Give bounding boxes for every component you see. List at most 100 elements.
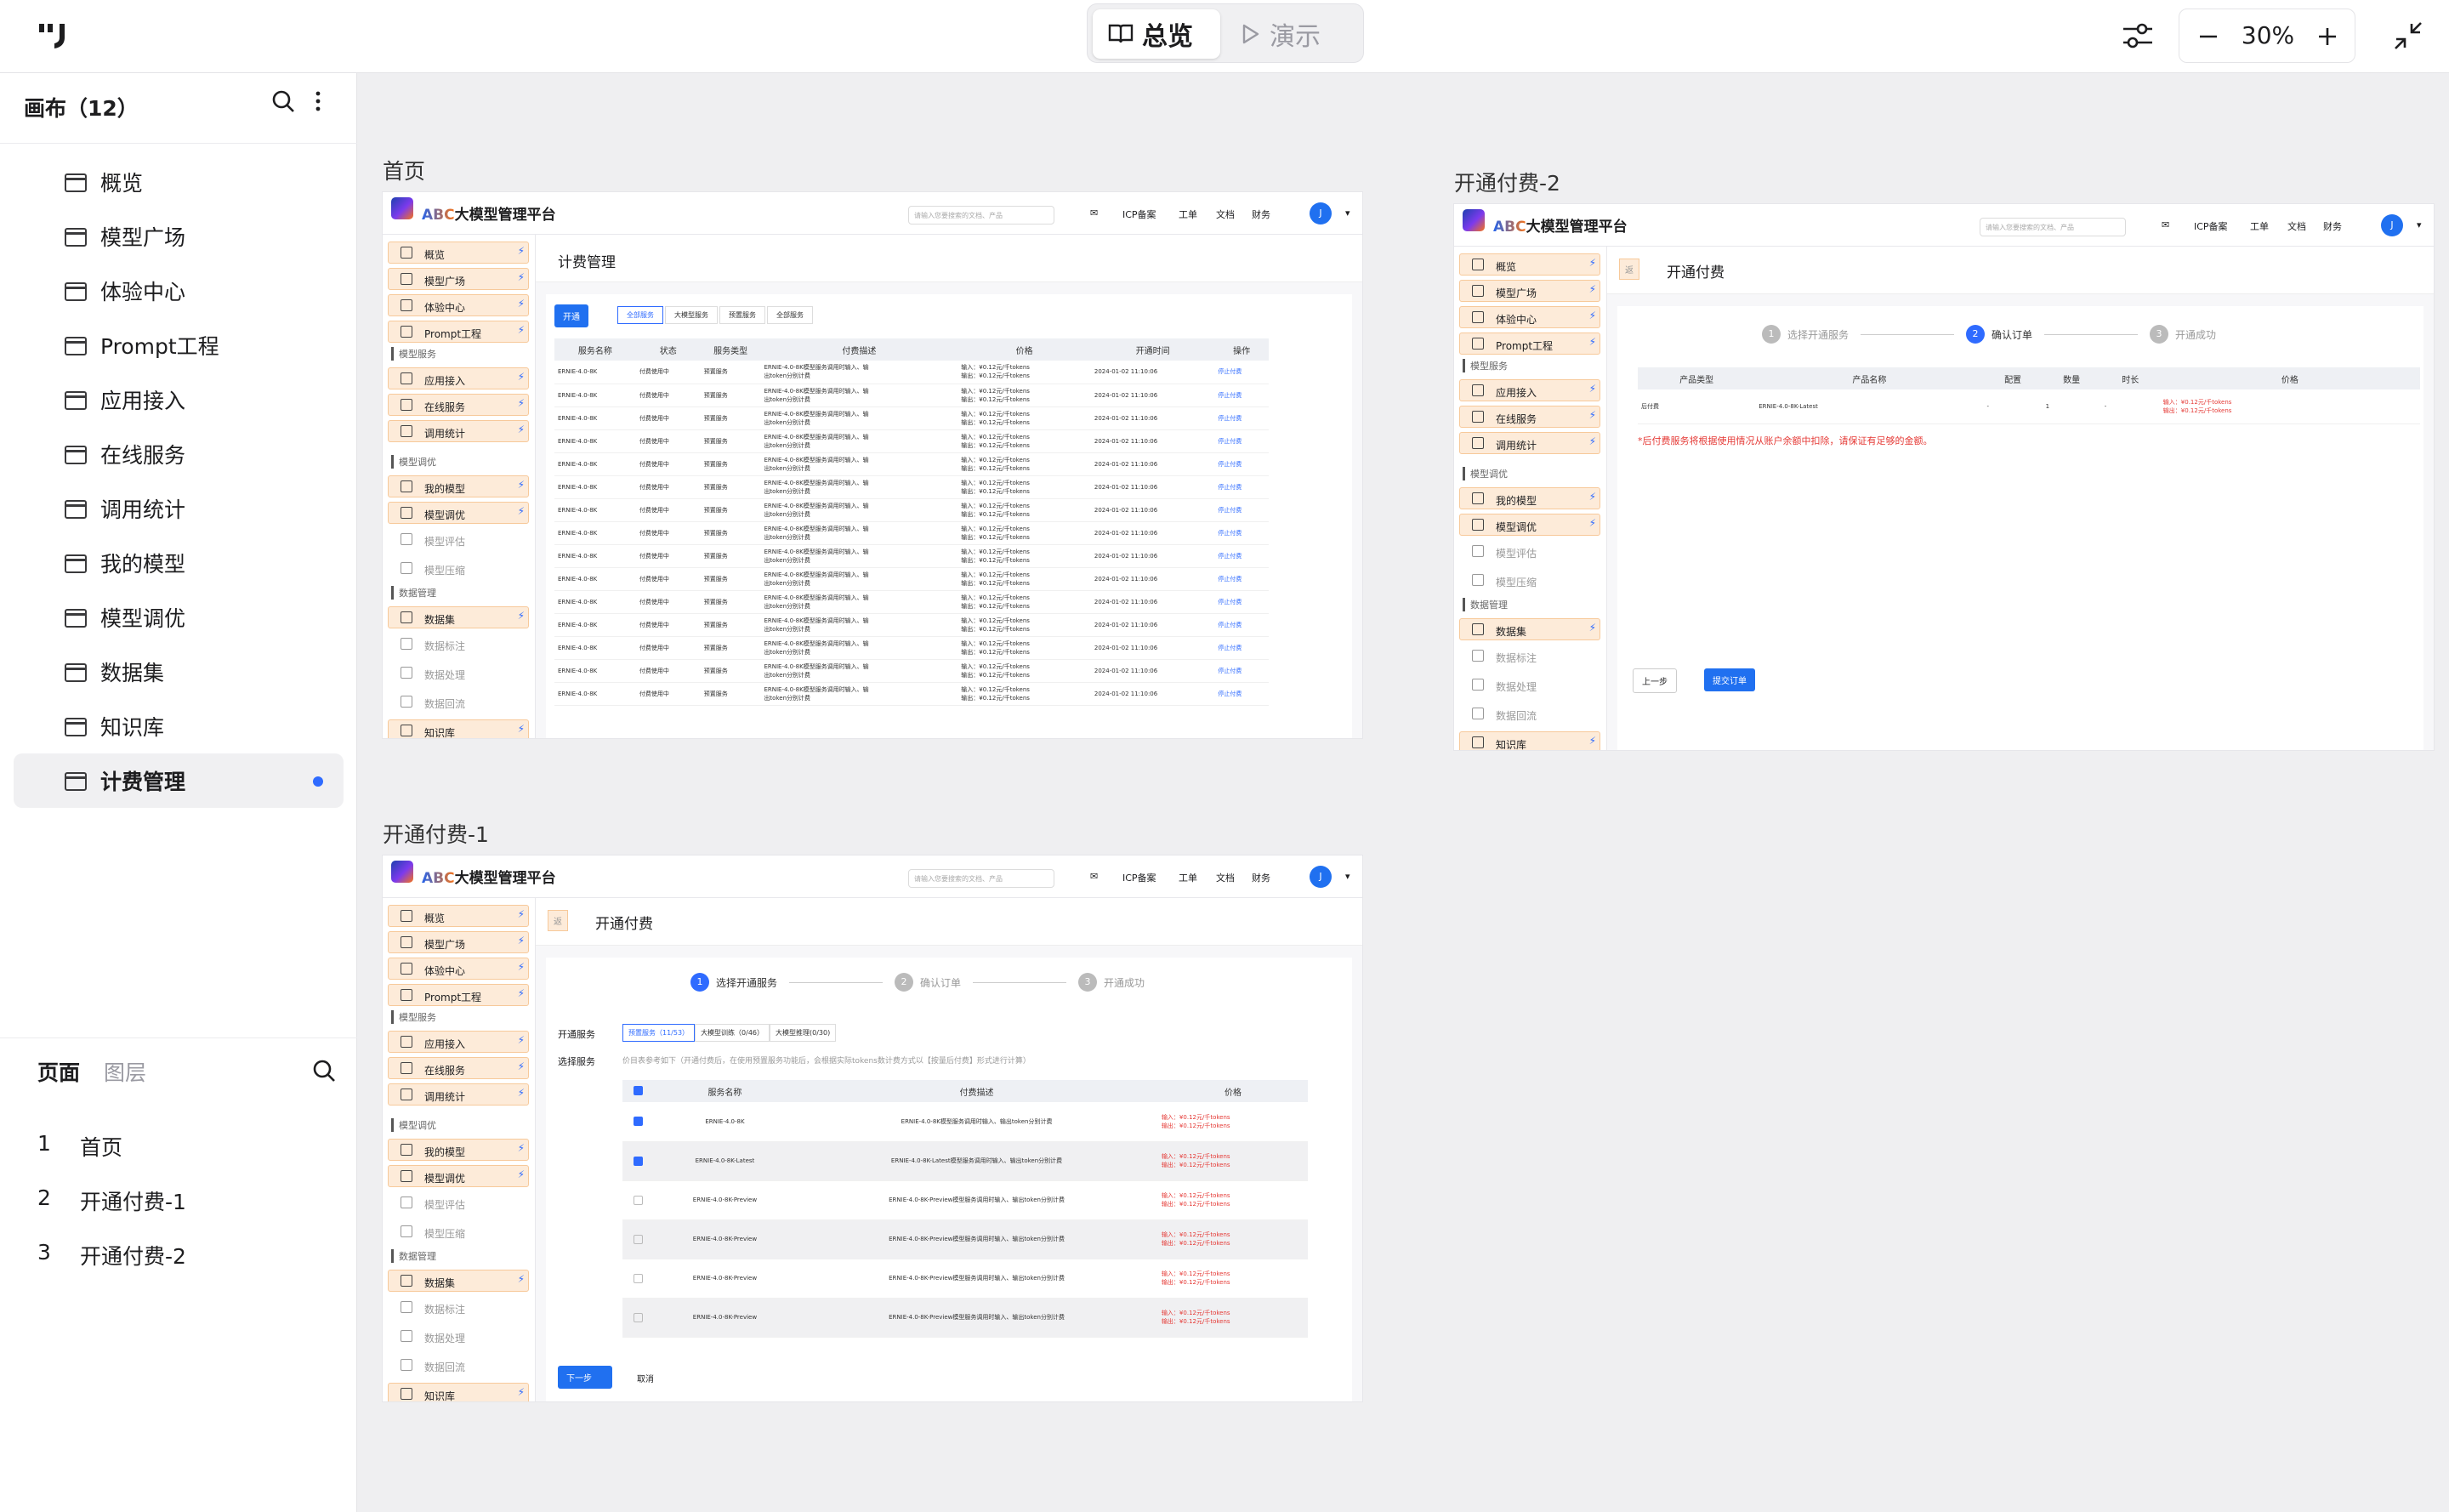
canvas-item[interactable]: 数据集 <box>14 645 344 699</box>
filter-tab[interactable]: 大模型服务 <box>665 306 718 324</box>
canvas-item[interactable]: Prompt工程 <box>14 318 344 372</box>
app-menu-item[interactable]: 应用接入 ⚡ <box>388 367 529 389</box>
app-menu-item[interactable]: 调用统计 ⚡ <box>388 420 529 442</box>
present-mode-button[interactable]: 演示 <box>1225 9 1360 59</box>
service-tab[interactable]: 预置服务（11/53） <box>622 1024 696 1042</box>
canvas-item[interactable]: 在线服务 <box>14 427 344 481</box>
checkbox-cell[interactable] <box>622 1180 655 1220</box>
app-menu-item[interactable]: 数据处理 <box>388 662 529 684</box>
app-menu-item[interactable]: 模型调优 ⚡ <box>388 502 529 524</box>
next-step-button[interactable]: 下一步 <box>558 1366 612 1389</box>
table-cell[interactable]: 停止付费 <box>1214 567 1269 591</box>
app-menu-item[interactable]: 数据处理 <box>1459 674 1600 696</box>
app-menu-item[interactable]: 数据标注 <box>1459 645 1600 667</box>
table-row[interactable]: ERNIE-4.0-8K-Preview ERNIE-4.0-8K-Preview… <box>622 1298 1308 1338</box>
app-menu-item[interactable]: 模型评估 <box>388 528 529 550</box>
app-menu-item[interactable]: 概览 ⚡ <box>388 905 529 927</box>
select-all-checkbox[interactable] <box>634 1086 644 1096</box>
filter-tab[interactable]: 全部服务 <box>767 306 813 324</box>
app-menu-item[interactable]: 数据集 ⚡ <box>1459 618 1600 640</box>
nav-docs[interactable]: 文档 <box>1216 207 1235 221</box>
tab-layers[interactable]: 图层 <box>104 1056 146 1087</box>
submit-order-button[interactable]: 提交订单 <box>1704 668 1755 691</box>
app-menu-item[interactable]: 应用接入 ⚡ <box>1459 379 1600 401</box>
app-menu-item[interactable]: 在线服务 ⚡ <box>388 1057 529 1079</box>
table-cell[interactable]: 停止付费 <box>1214 361 1269 384</box>
page-item[interactable]: 2 开通付费-1 <box>37 1185 186 1216</box>
zoom-out-button[interactable] <box>2188 16 2229 57</box>
select-all-cell[interactable] <box>622 1080 655 1102</box>
nav-icp[interactable]: ICP备案 <box>1122 207 1156 221</box>
filter-tab[interactable]: 全部服务 <box>617 306 663 324</box>
table-cell[interactable]: 停止付费 <box>1214 429 1269 453</box>
app-search-input[interactable]: 请输入您要搜索的文档、产品 <box>908 869 1054 888</box>
zoom-in-button[interactable] <box>2307 16 2348 57</box>
app-menu-item[interactable]: Prompt工程 ⚡ <box>388 984 529 1006</box>
nav-icp[interactable]: ICP备案 <box>1122 871 1156 884</box>
caret-down-icon[interactable]: ▾ <box>1345 207 1350 219</box>
app-menu-item[interactable]: 模型调优 ⚡ <box>388 1165 529 1187</box>
app-menu-item[interactable]: 数据回流 <box>388 691 529 713</box>
app-menu-item[interactable]: 数据集 ⚡ <box>388 1270 529 1292</box>
table-cell[interactable]: 停止付费 <box>1214 636 1269 660</box>
more-vertical-icon[interactable] <box>310 88 327 114</box>
app-search-input[interactable]: 请输入您要搜索的文档、产品 <box>908 206 1054 225</box>
app-menu-item[interactable]: 体验中心 ⚡ <box>388 294 529 316</box>
app-menu-item[interactable]: 概览 ⚡ <box>388 242 529 264</box>
checkbox-cell[interactable] <box>622 1102 655 1142</box>
app-menu-item[interactable]: 模型广场 ⚡ <box>388 931 529 953</box>
app-search-input[interactable]: 请输入您要搜索的文档、产品 <box>1980 218 2126 236</box>
table-cell[interactable]: 停止付费 <box>1214 498 1269 522</box>
message-icon[interactable]: ✉ <box>2162 219 2169 230</box>
row-checkbox[interactable] <box>634 1195 644 1205</box>
frame-pay1[interactable]: ABC大模型管理平台 请输入您要搜索的文档、产品 ✉ ICP备案 工单 文档 财… <box>383 855 1362 1401</box>
app-menu-item[interactable]: 模型评估 <box>388 1191 529 1214</box>
nav-ticket[interactable]: 工单 <box>2250 219 2269 233</box>
checkbox-cell[interactable] <box>622 1259 655 1299</box>
nav-ticket[interactable]: 工单 <box>1179 207 1197 221</box>
app-menu-item[interactable]: 模型压缩 <box>388 1220 529 1242</box>
table-cell[interactable]: 停止付费 <box>1214 521 1269 545</box>
app-menu-item[interactable]: Prompt工程 ⚡ <box>1459 333 1600 355</box>
checkbox-cell[interactable] <box>622 1141 655 1181</box>
app-menu-item[interactable]: 模型压缩 <box>1459 569 1600 591</box>
page-search-icon[interactable] <box>311 1058 337 1083</box>
table-cell[interactable]: 停止付费 <box>1214 452 1269 476</box>
search-icon[interactable] <box>270 88 296 114</box>
canvas-item[interactable]: 体验中心 <box>14 264 344 318</box>
app-menu-item[interactable]: 数据标注 <box>388 1296 529 1318</box>
app-menu-item[interactable]: 我的模型 ⚡ <box>1459 487 1600 509</box>
table-row[interactable]: ERNIE-4.0-8K-Preview ERNIE-4.0-8K-Preview… <box>622 1180 1308 1220</box>
app-menu-item[interactable]: 在线服务 ⚡ <box>388 394 529 416</box>
row-checkbox[interactable] <box>634 1117 644 1127</box>
app-menu-item[interactable]: 模型广场 ⚡ <box>388 268 529 290</box>
cancel-button[interactable]: 取消 <box>628 1366 663 1390</box>
app-menu-item[interactable]: 知识库 ⚡ <box>1459 731 1600 750</box>
table-cell[interactable]: 停止付费 <box>1214 613 1269 637</box>
filter-tab[interactable]: 预置服务 <box>719 306 765 324</box>
row-checkbox[interactable] <box>634 1312 644 1322</box>
caret-down-icon[interactable]: ▾ <box>2417 219 2422 230</box>
table-cell[interactable]: 停止付费 <box>1214 590 1269 614</box>
nav-ticket[interactable]: 工单 <box>1179 871 1197 884</box>
row-checkbox[interactable] <box>634 1234 644 1244</box>
canvas-item[interactable]: 模型调优 <box>14 590 344 645</box>
app-menu-item[interactable]: 调用统计 ⚡ <box>388 1083 529 1106</box>
app-menu-item[interactable]: 数据回流 <box>1459 702 1600 725</box>
frame-pay2[interactable]: ABC大模型管理平台 请输入您要搜索的文档、产品 ✉ ICP备案 工单 文档 财… <box>1454 204 2434 750</box>
row-checkbox[interactable] <box>634 1156 644 1166</box>
table-cell[interactable]: 停止付费 <box>1214 659 1269 683</box>
message-icon[interactable]: ✉ <box>1090 871 1098 882</box>
row-checkbox[interactable] <box>634 1273 644 1283</box>
page-item[interactable]: 3 开通付费-2 <box>37 1240 186 1270</box>
avatar[interactable]: J <box>1310 202 1332 225</box>
app-menu-item[interactable]: 数据集 ⚡ <box>388 606 529 628</box>
canvas-item[interactable]: 模型广场 <box>14 209 344 264</box>
canvas-item[interactable]: 概览 <box>14 155 344 209</box>
service-tab[interactable]: 大模型训练（0/46） <box>695 1024 770 1042</box>
canvas-item[interactable]: 调用统计 <box>14 481 344 536</box>
table-cell[interactable]: 停止付费 <box>1214 544 1269 568</box>
page-item[interactable]: 1 首页 <box>37 1131 122 1162</box>
app-menu-item[interactable]: 应用接入 ⚡ <box>388 1031 529 1053</box>
nav-finance[interactable]: 财务 <box>1252 871 1270 884</box>
